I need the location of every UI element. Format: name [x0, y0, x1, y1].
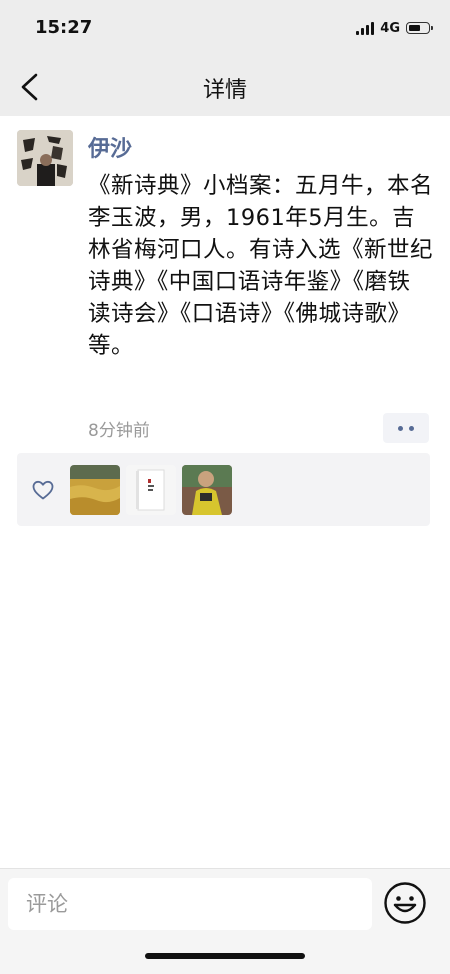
- signal-icon: [356, 21, 375, 35]
- status-time: 15:27: [35, 17, 93, 38]
- home-indicator[interactable]: [145, 953, 305, 959]
- more-button[interactable]: [383, 413, 429, 443]
- wheat-field-avatar: [70, 465, 120, 515]
- post-text: 《新诗典》小档案：五月牛，本名李玉波，男，1961年5月生。吉林省梅河口人。有诗…: [88, 173, 434, 359]
- page-title: 详情: [202, 78, 247, 103]
- heart-icon[interactable]: [31, 478, 55, 502]
- author-name[interactable]: 伊沙: [88, 131, 132, 163]
- calligraphy-avatar-image: [17, 130, 73, 186]
- author-avatar[interactable]: [17, 130, 73, 186]
- liker-avatar[interactable]: [182, 465, 232, 515]
- post-timestamp: 8分钟前: [88, 421, 150, 441]
- book-avatar: [126, 465, 176, 515]
- more-dots-icon: [398, 425, 403, 431]
- likes-panel: [17, 453, 430, 526]
- liker-avatar[interactable]: [126, 465, 176, 515]
- comment-input[interactable]: [8, 878, 372, 930]
- status-bar: 15:27 4G: [0, 0, 450, 58]
- liker-avatar[interactable]: [70, 465, 120, 515]
- battery-icon: [406, 22, 433, 34]
- smiley-icon[interactable]: [383, 881, 427, 925]
- status-icons: 4G: [356, 18, 433, 38]
- nav-bar: 详情: [0, 58, 450, 116]
- person-avatar: [182, 465, 232, 515]
- network-type: 4G: [380, 20, 400, 36]
